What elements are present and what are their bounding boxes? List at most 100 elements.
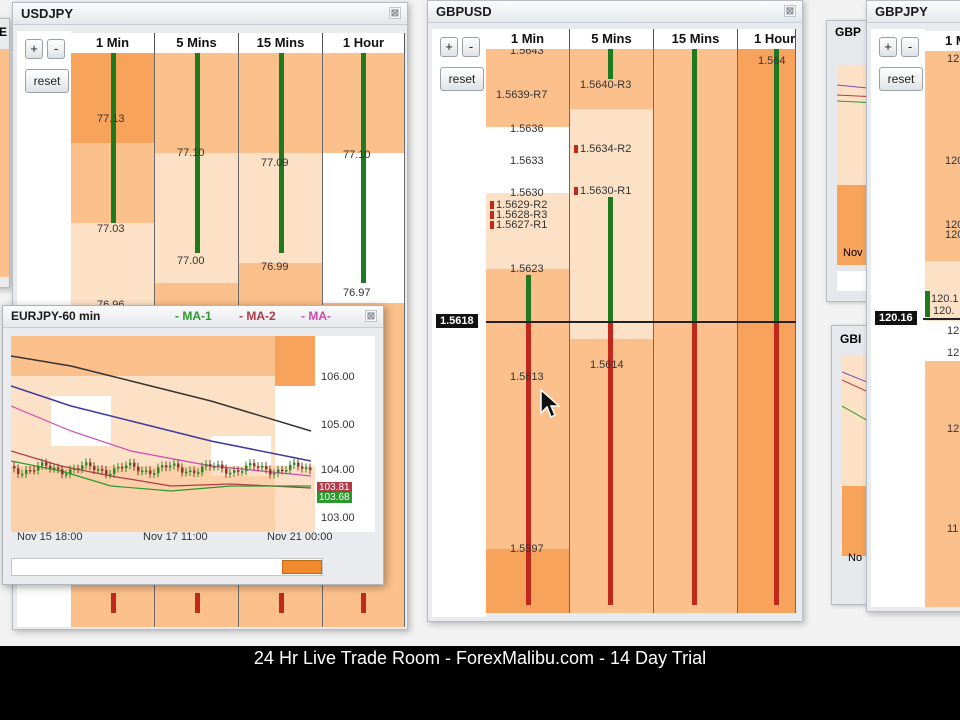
trend-bar-up [925, 291, 930, 317]
candle-body [205, 464, 208, 467]
reset-button[interactable]: reset [879, 67, 923, 91]
zoom-out-button[interactable]: - [462, 37, 480, 57]
candle-body [229, 472, 232, 475]
trend-bar-up [526, 275, 531, 323]
scrollbar-thumb[interactable] [282, 560, 322, 574]
trend-bar-down [279, 593, 284, 613]
price-level: 1.564 [758, 55, 786, 67]
candle-body [213, 466, 216, 468]
candle-body [233, 470, 236, 473]
candle-body [249, 463, 252, 466]
chart-area[interactable]: 106.00 105.00 104.00 103.00 103.81 103.6… [10, 336, 375, 532]
column-header: 15 Mins [239, 33, 323, 53]
chart-scrollbar[interactable] [11, 558, 323, 576]
current-price-line [923, 318, 960, 320]
legend-ma1: - MA-1 [175, 309, 212, 323]
price-level: 1.5636 [510, 123, 544, 135]
candle-body [21, 473, 24, 476]
zoom-out-button[interactable]: - [901, 37, 919, 57]
panel-title-bar[interactable]: GBPJPY [867, 1, 960, 23]
price-level: 1.5643 [510, 49, 544, 57]
candle-body [61, 469, 64, 475]
trend-bar-down [526, 323, 531, 605]
candle-body [109, 473, 112, 476]
mini-date-label: Nov [843, 247, 863, 259]
candle-body [117, 466, 120, 469]
candle-body [37, 465, 40, 471]
close-icon[interactable]: ⊠ [784, 5, 796, 17]
panel-title-bar[interactable]: GBPUSD ⊠ [428, 1, 802, 23]
ladder-grid: 1 Min 5 Mins 15 Mins 1 Hour 1.5643 1.563… [486, 29, 796, 613]
candle-body [157, 467, 160, 474]
trend-bar-down [361, 593, 366, 613]
candle-body [241, 471, 244, 473]
candle-body [129, 462, 132, 466]
candle-body [265, 465, 268, 470]
candle-body [181, 467, 184, 473]
current-price-tag: 1.5618 [436, 314, 478, 328]
candle-body [49, 465, 52, 469]
candle-body [57, 467, 60, 470]
candle-body [153, 473, 156, 475]
candle-body [289, 464, 292, 471]
panel-title: GBPJPY [875, 4, 928, 19]
price-level: 77.03 [97, 223, 125, 235]
candle-body [285, 470, 288, 472]
column-header: 5 Mins [570, 29, 654, 49]
column-header: 1 Min [486, 29, 570, 49]
footer-caption: 24 Hr Live Trade Room - ForexMalibu.com … [253, 648, 707, 668]
x-axis-tick: Nov 15 18:00 [17, 531, 83, 543]
candle-body [277, 469, 280, 474]
column-header: 1 Min [925, 31, 960, 51]
gbpjpy-panel[interactable]: GBPJPY + - reset 1 Min 12 120 120 120. 1… [866, 0, 960, 612]
close-icon[interactable]: ⊠ [389, 7, 401, 19]
candle-body [85, 462, 88, 466]
candle-body [105, 470, 108, 475]
candle-body [33, 470, 36, 472]
price-level: 1.5623 [510, 263, 544, 275]
candle-body [225, 468, 228, 474]
price-level: 1.5614 [590, 359, 624, 371]
candle-body [185, 471, 188, 474]
timeframe-column [654, 49, 738, 613]
candle-body [197, 472, 200, 474]
candle-body [301, 466, 304, 469]
gbpusd-panel[interactable]: GBPUSD ⊠ + - reset 1 Min 5 Mins 15 Mins … [427, 0, 803, 622]
timeframe-column: 1.564 [738, 49, 796, 613]
candle-body [53, 467, 56, 470]
column-header: 15 Mins [654, 29, 738, 49]
zoom-in-button[interactable]: + [25, 39, 43, 59]
panel-title-bar[interactable]: USDJPY ⊠ [13, 3, 407, 25]
candle-body [309, 467, 312, 471]
resistance-level: 1.5634-R2 [574, 143, 631, 155]
price-level: 12 [947, 53, 960, 65]
price-level: 120. [933, 305, 955, 317]
candle-body [209, 464, 212, 467]
y-axis-tick: 104.00 [321, 464, 355, 476]
price-level: 1.5640-R3 [580, 79, 632, 91]
reset-button[interactable]: reset [25, 69, 69, 93]
price-level: 1.5630 [510, 187, 544, 199]
timeframe-column: 12 120 120 120. 120.1 120. 12 12 12 11 [925, 51, 960, 607]
panel-title-bar[interactable]: EURJPY-60 min - MA-1 - MA-2 - MA- ⊠ [3, 306, 383, 328]
trend-bar-up [608, 49, 613, 79]
zoom-in-button[interactable]: + [879, 37, 897, 57]
zoom-in-button[interactable]: + [440, 37, 458, 57]
resistance-level: 1.5630-R1 [574, 185, 631, 197]
timeframe-column: 1.5643 1.5639-R7 1.5636 1.5633 1.5630 1.… [486, 49, 570, 613]
y-axis-tick: 103.00 [321, 512, 355, 524]
zoom-out-button[interactable]: - [47, 39, 65, 59]
candle-body [165, 465, 168, 468]
price-level: 120. [945, 229, 960, 241]
reset-button[interactable]: reset [440, 67, 484, 91]
current-price-line [486, 321, 796, 323]
price-level: 76.97 [343, 287, 371, 299]
y-axis-tick: 105.00 [321, 419, 355, 431]
price-level: 12 [947, 423, 960, 435]
eurjpy-chart-panel[interactable]: EURJPY-60 min - MA-1 - MA-2 - MA- ⊠ 106.… [2, 305, 384, 585]
candle-body [237, 470, 240, 472]
trend-bar-up [774, 49, 779, 323]
x-axis-tick: Nov 21 00:00 [267, 531, 333, 543]
candle-body [69, 469, 72, 475]
close-icon[interactable]: ⊠ [365, 310, 377, 322]
